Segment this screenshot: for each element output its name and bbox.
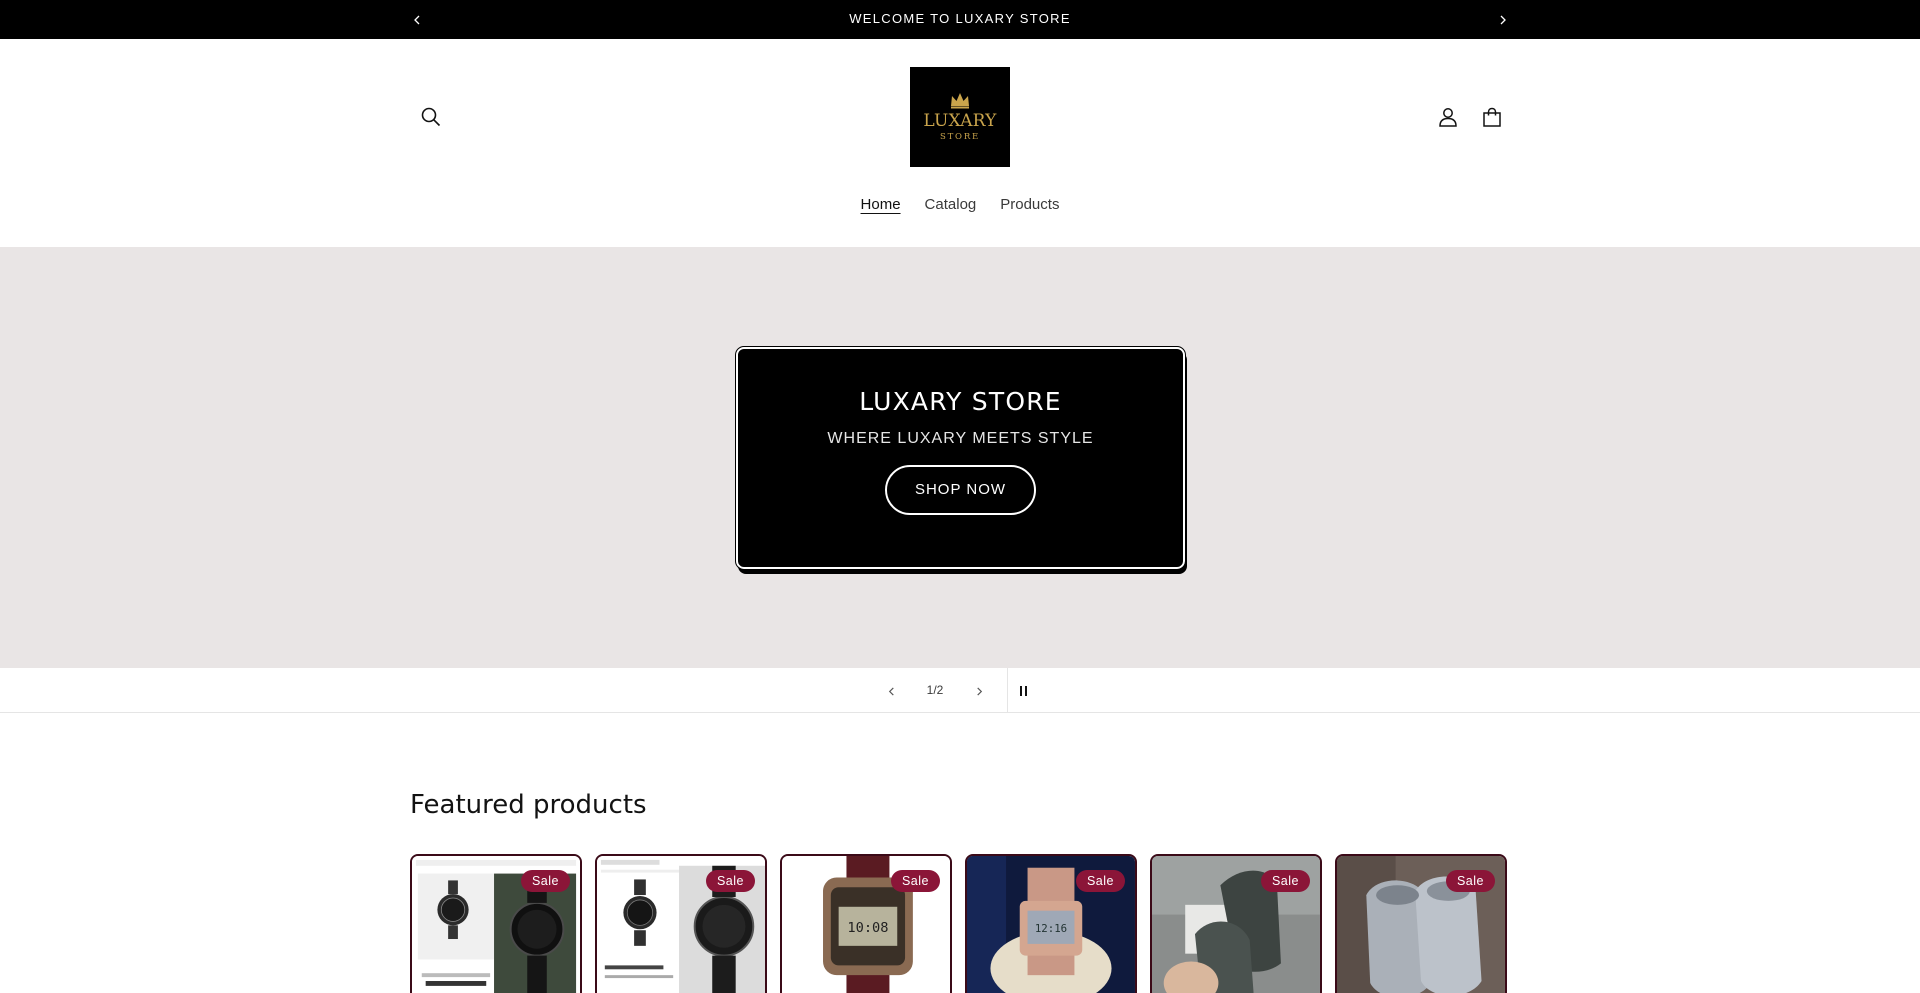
- product-grid: Sale Sale 10:08 Sale 12:16 Sale Sale Sal…: [410, 854, 1508, 993]
- product-card[interactable]: Sale: [1335, 854, 1507, 993]
- chevron-right-icon: [1500, 15, 1506, 25]
- chevron-right-icon: [976, 686, 982, 696]
- slide-counter: 1/2: [926, 683, 944, 697]
- slide-next-button[interactable]: [968, 680, 990, 702]
- product-card[interactable]: 12:16 Sale: [965, 854, 1137, 993]
- account-button[interactable]: [1435, 104, 1461, 130]
- announcement-text: WELCOME TO LUXARY STORE: [849, 11, 1071, 26]
- product-card[interactable]: 10:08 Sale: [780, 854, 952, 993]
- cart-button[interactable]: [1479, 104, 1505, 130]
- featured-products-heading: Featured products: [410, 790, 647, 820]
- sale-badge: Sale: [705, 870, 755, 892]
- slide-pause-button[interactable]: [1012, 680, 1034, 702]
- slide-controls-divider: [1007, 668, 1008, 713]
- sale-badge: Sale: [1260, 870, 1310, 892]
- hero-content-box: LUXARY STORE WHERE LUXARY MEETS STYLE SH…: [735, 346, 1186, 570]
- nav-item-products[interactable]: Products: [988, 196, 1071, 213]
- sale-badge: Sale: [1445, 870, 1495, 892]
- product-card[interactable]: Sale: [410, 854, 582, 993]
- logo-subtext: STORE: [939, 132, 981, 142]
- svg-text:10:08: 10:08: [847, 920, 888, 936]
- hero-subtitle: WHERE LUXARY MEETS STYLE: [827, 430, 1094, 447]
- sale-badge: Sale: [520, 870, 570, 892]
- cart-icon: [1483, 107, 1501, 127]
- main-nav: Home Catalog Products: [0, 196, 1920, 213]
- store-logo[interactable]: LUXARY STORE: [910, 67, 1010, 167]
- slideshow-controls: 1/2: [0, 668, 1920, 713]
- user-icon: [1439, 108, 1457, 127]
- slide-prev-button[interactable]: [880, 680, 902, 702]
- product-card[interactable]: Sale: [595, 854, 767, 993]
- chevron-left-icon: [888, 686, 894, 696]
- sale-badge: Sale: [890, 870, 940, 892]
- hero-title: LUXARY STORE: [859, 387, 1062, 416]
- pause-icon: [1019, 686, 1022, 696]
- sale-badge: Sale: [1075, 870, 1125, 892]
- hero-banner: LUXARY STORE WHERE LUXARY MEETS STYLE SH…: [0, 247, 1920, 668]
- announcement-next-button[interactable]: [1493, 10, 1513, 30]
- product-card[interactable]: Sale: [1150, 854, 1322, 993]
- nav-item-catalog[interactable]: Catalog: [913, 196, 989, 213]
- svg-text:12:16: 12:16: [1035, 922, 1067, 935]
- logo-text: LUXARY: [923, 111, 997, 131]
- search-icon: [421, 107, 441, 127]
- crown-icon: [951, 93, 969, 109]
- shop-now-button[interactable]: SHOP NOW: [885, 465, 1036, 515]
- nav-item-home[interactable]: Home: [849, 196, 913, 213]
- search-button[interactable]: [418, 104, 444, 130]
- announcement-bar: WELCOME TO LUXARY STORE: [0, 0, 1920, 39]
